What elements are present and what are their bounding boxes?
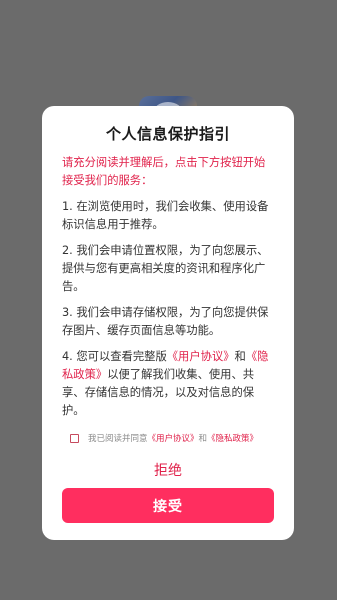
item-4-and: 和 <box>234 350 246 363</box>
item-2-text: 2. 我们会申请位置权限，为了向您展示、提供与您有更高相关度的资讯和程序化广告。 <box>62 244 269 293</box>
dialog-content: 请充分阅读并理解后，点击下方按钮开始接受我们的服务： 1. 在浏览使用时，我们会… <box>62 154 274 428</box>
accept-button[interactable]: 接受 <box>62 488 274 523</box>
item-4-prefix: 4. 您可以查看完整版 <box>62 350 167 363</box>
agree-row[interactable]: 我已阅读并同意 《用户协议》和《隐私政策》 <box>70 432 280 444</box>
agree-privacy-policy-link[interactable]: 《隐私政策》 <box>207 432 258 444</box>
agree-and: 和 <box>198 434 208 444</box>
agree-checkbox[interactable] <box>70 433 79 443</box>
item-4-text: 4. 您可以查看完整版《用户协议》和《隐私政策》以便了解我们收集、使用、共享、存… <box>62 348 274 420</box>
agree-user-agreement-link[interactable]: 《用户协议》 <box>148 432 199 444</box>
reject-button[interactable]: 拒绝 <box>42 460 294 480</box>
agree-prefix: 我已阅读并同意 <box>88 434 148 444</box>
item-3-text: 3. 我们会申请存储权限，为了向您提供保存图片、缓存页面信息等功能。 <box>62 306 269 337</box>
privacy-dialog: 个人信息保护指引 请充分阅读并理解后，点击下方按钮开始接受我们的服务： 1. 在… <box>42 106 294 540</box>
screen: 个人信息保护指引 请充分阅读并理解后，点击下方按钮开始接受我们的服务： 1. 在… <box>0 0 337 600</box>
dialog-title: 个人信息保护指引 <box>105 125 230 143</box>
intro-text: 请充分阅读并理解后，点击下方按钮开始接受我们的服务： <box>62 156 266 187</box>
item-1-text: 1. 在浏览使用时，我们会收集、使用设备标识信息用于推荐。 <box>62 200 269 231</box>
user-agreement-link[interactable]: 《用户协议》 <box>167 350 235 363</box>
